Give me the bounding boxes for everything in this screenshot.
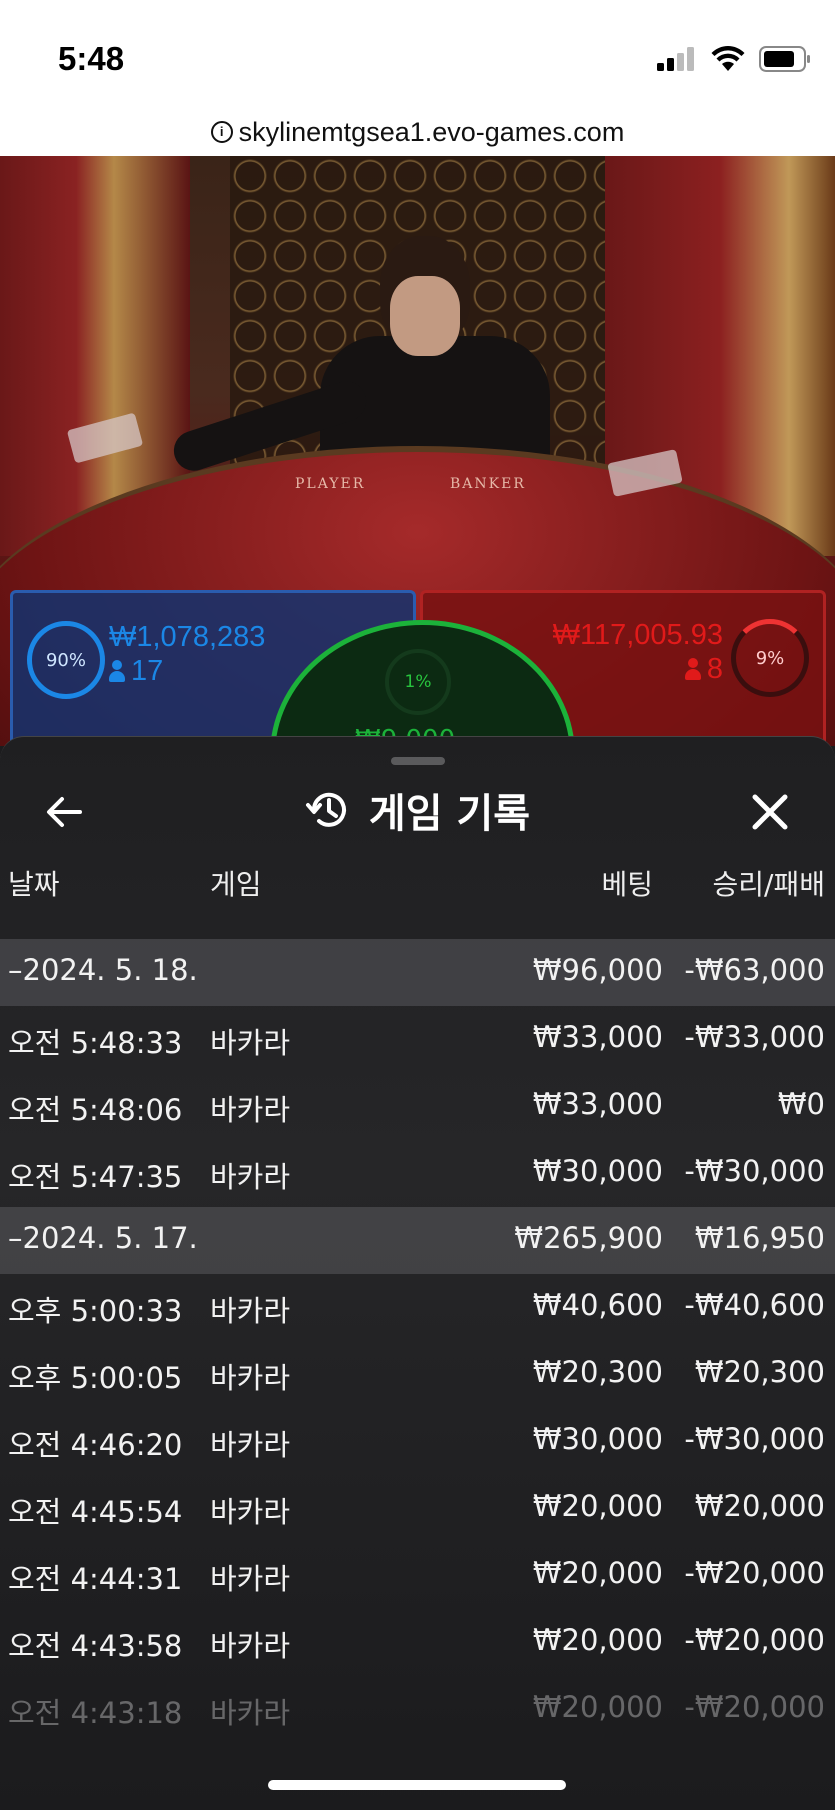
history-row[interactable]: 오후 5:00:33 바카라 ₩40,600 -₩40,600: [0, 1274, 835, 1341]
row-game: 바카라: [210, 1428, 291, 1462]
history-row[interactable]: 오전 4:44:31 바카라 ₩20,000 -₩20,000: [0, 1542, 835, 1609]
row-bet: ₩20,300: [532, 1355, 663, 1389]
row-win-loss: ₩16,950: [694, 1221, 825, 1255]
row-win-loss: -₩30,000: [684, 1154, 825, 1188]
banker-bettor-count: 8: [684, 653, 723, 686]
row-bet: ₩33,000: [532, 1020, 663, 1054]
column-game: 게임: [210, 868, 262, 901]
row-game: 바카라: [210, 1093, 291, 1127]
history-row[interactable]: 오전 4:43:18 바카라 ₩20,000 -₩20,000: [0, 1676, 835, 1743]
row-bet: ₩20,000: [532, 1489, 663, 1523]
row-win-loss: -₩40,600: [684, 1288, 825, 1322]
wifi-icon: [711, 46, 745, 71]
history-list[interactable]: –2024. 5. 18. ₩96,000 -₩63,000 오전 5:48:33 바카…: [0, 939, 835, 1743]
status-bar: 5:48: [0, 0, 835, 112]
history-row[interactable]: 오전 5:48:33 바카라 ₩33,000 -₩33,000: [0, 1006, 835, 1073]
home-indicator[interactable]: [268, 1780, 566, 1790]
row-time: 오후 5:00:33: [8, 1294, 183, 1328]
row-game: 바카라: [210, 1562, 291, 1596]
player-bettor-count: 17: [109, 655, 163, 688]
history-row[interactable]: 오전 4:43:58 바카라 ₩20,000 -₩20,000: [0, 1609, 835, 1676]
history-row[interactable]: 오전 5:48:06 바카라 ₩33,000 ₩0: [0, 1073, 835, 1140]
row-time: 오후 5:00:05: [8, 1361, 183, 1395]
row-bet: ₩40,600: [532, 1288, 663, 1322]
history-row[interactable]: 오전 4:46:20 바카라 ₩30,000 -₩30,000: [0, 1408, 835, 1475]
row-time: 오전 5:48:33: [8, 1026, 183, 1060]
column-win-loss: 승리/패배: [712, 868, 825, 901]
person-icon: [109, 660, 125, 682]
group-date: –2024. 5. 17.: [8, 1221, 198, 1255]
row-bet: ₩20,000: [532, 1690, 663, 1724]
row-win-loss: ₩20,300: [694, 1355, 825, 1389]
row-bet: ₩20,000: [532, 1556, 663, 1590]
info-icon[interactable]: i: [210, 121, 233, 143]
tie-percent: 1%: [385, 649, 451, 715]
address-bar[interactable]: i skylinemtgsea1.evo-games.com: [0, 108, 835, 156]
close-icon: [752, 794, 788, 830]
person-icon: [684, 658, 701, 680]
history-row[interactable]: 오후 5:00:05 바카라 ₩20,300 ₩20,300: [0, 1341, 835, 1408]
date-group-row[interactable]: –2024. 5. 17. ₩265,900 ₩16,950: [0, 1207, 835, 1274]
close-button[interactable]: [745, 787, 795, 837]
column-date: 날짜: [8, 868, 60, 901]
banker-percent: 9%: [731, 619, 809, 697]
row-game: 바카라: [210, 1629, 291, 1663]
row-time: 오전 4:44:31: [8, 1562, 183, 1596]
url-text: skylinemtgsea1.evo-games.com: [238, 116, 625, 147]
row-time: 오전 4:43:58: [8, 1629, 183, 1663]
history-row[interactable]: 오전 4:45:54 바카라 ₩20,000 ₩20,000: [0, 1475, 835, 1542]
row-game: 바카라: [210, 1361, 291, 1395]
table-label-banker: BANKER: [450, 476, 526, 492]
game-history-sheet: 게임 기록 날짜 게임 베팅 승리/패배 –2024. 5. 18. ₩96,00…: [0, 736, 835, 1810]
signal-icon: [657, 47, 694, 71]
row-time: 오전 5:48:06: [8, 1093, 183, 1127]
player-total-amount: ₩1,078,283: [109, 621, 266, 653]
row-bet: ₩30,000: [532, 1154, 663, 1188]
history-row[interactable]: 오전 5:47:35 바카라 ₩30,000 -₩30,000: [0, 1140, 835, 1207]
row-time: 오전 4:43:18: [8, 1696, 183, 1730]
clock: 5:48: [58, 40, 125, 77]
row-win-loss: -₩63,000: [684, 953, 825, 987]
row-bet: ₩30,000: [532, 1422, 663, 1456]
sheet-title: 게임 기록: [368, 791, 531, 837]
column-bet: 베팅: [601, 868, 653, 901]
row-win-loss: -₩33,000: [684, 1020, 825, 1054]
row-win-loss: -₩30,000: [684, 1422, 825, 1456]
row-time: 오전 4:45:54: [8, 1495, 183, 1529]
row-bet: ₩96,000: [532, 953, 663, 987]
row-win-loss: -₩20,000: [684, 1556, 825, 1590]
row-win-loss: -₩20,000: [684, 1690, 825, 1724]
banker-total-amount: ₩117,005.93: [552, 619, 723, 651]
row-game: 바카라: [210, 1294, 291, 1328]
row-game: 바카라: [210, 1160, 291, 1194]
drag-handle[interactable]: [391, 757, 445, 765]
history-icon: [305, 792, 346, 827]
column-headers: 날짜 게임 베팅 승리/패배: [0, 863, 835, 903]
row-win-loss: ₩0: [777, 1087, 825, 1121]
date-group-row[interactable]: –2024. 5. 18. ₩96,000 -₩63,000: [0, 939, 835, 1006]
row-bet: ₩33,000: [532, 1087, 663, 1121]
row-game: 바카라: [210, 1026, 291, 1060]
player-count-value: 17: [131, 655, 164, 687]
table-label-player: PLAYER: [295, 476, 366, 492]
group-date: –2024. 5. 18.: [8, 953, 198, 987]
row-game: 바카라: [210, 1495, 291, 1529]
row-time: 오전 4:46:20: [8, 1428, 183, 1462]
row-bet: ₩265,900: [514, 1221, 663, 1255]
banker-count-value: 8: [706, 653, 723, 685]
row-time: 오전 5:47:35: [8, 1160, 183, 1194]
row-bet: ₩20,000: [532, 1623, 663, 1657]
battery-icon: [759, 46, 810, 72]
sheet-header: 게임 기록: [0, 781, 835, 839]
row-win-loss: -₩20,000: [684, 1623, 825, 1657]
status-icons: [657, 46, 811, 72]
row-win-loss: ₩20,000: [694, 1489, 825, 1523]
row-game: 바카라: [210, 1696, 291, 1730]
player-percent: 90%: [27, 621, 105, 699]
